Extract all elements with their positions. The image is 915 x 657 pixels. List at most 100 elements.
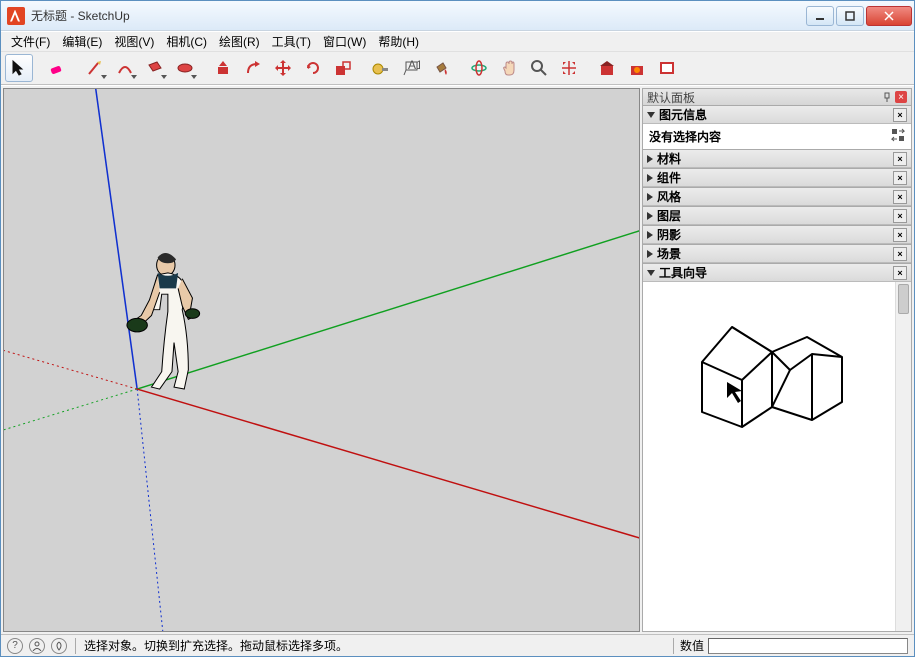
entity-body: 没有选择内容 (643, 124, 911, 149)
menu-edit[interactable]: 编辑(E) (56, 31, 108, 52)
eraser-tool[interactable] (43, 54, 71, 82)
extension-warehouse-tool[interactable] (623, 54, 651, 82)
app-icon (7, 7, 25, 25)
text-tool[interactable]: A1 (397, 54, 425, 82)
svg-text:A1: A1 (408, 59, 420, 72)
window-controls (806, 6, 912, 26)
menu-camera[interactable]: 相机(C) (160, 31, 213, 52)
value-label: 数值 (680, 637, 704, 654)
tape-tool[interactable] (367, 54, 395, 82)
panel-shadows: 阴影× (642, 226, 912, 245)
disclosure-right-icon (647, 212, 653, 220)
instructor-illustration (672, 302, 882, 452)
app-window: 无标题 - SketchUp 文件(F) 编辑(E) 视图(V) 相机(C) 绘… (0, 0, 915, 657)
pan-tool[interactable] (495, 54, 523, 82)
disclosure-right-icon (647, 174, 653, 182)
instructor-body (643, 282, 911, 631)
panel-header-materials[interactable]: 材料× (643, 150, 911, 168)
panel-close-icon[interactable]: × (893, 228, 907, 242)
panel-close-icon[interactable]: × (893, 171, 907, 185)
measurements-input[interactable] (708, 638, 908, 654)
scale-figure (127, 253, 200, 389)
layout-tool[interactable] (653, 54, 681, 82)
entity-options-icon[interactable] (891, 128, 905, 142)
tray-title: 默认面板 (647, 89, 695, 106)
maximize-button[interactable] (836, 6, 864, 26)
menu-draw[interactable]: 绘图(R) (213, 31, 266, 52)
line-tool[interactable] (81, 54, 109, 82)
paint-tucket-tool[interactable] (427, 54, 455, 82)
viewport-3d[interactable] (3, 88, 640, 632)
axis-blue (93, 89, 137, 389)
close-button[interactable] (866, 6, 912, 26)
axis-red (137, 389, 639, 544)
axis-red-neg (4, 339, 137, 389)
status-separator (673, 638, 674, 654)
axis-blue-neg (137, 389, 163, 631)
disclosure-right-icon (647, 193, 653, 201)
panel-header-entity[interactable]: 图元信息 × (643, 106, 911, 124)
titlebar: 无标题 - SketchUp (1, 1, 914, 31)
panel-styles: 风格× (642, 188, 912, 207)
panel-materials: 材料× (642, 150, 912, 169)
tray-pin-icon[interactable] (881, 91, 893, 103)
panel-close-icon[interactable]: × (893, 247, 907, 261)
panel-tray: 默认面板 × 图元信息 × 没有选择内容 材料× 组件× (642, 88, 912, 632)
statusbar: ? 选择对象。切换到扩充选择。拖动鼠标选择多项。 数值 (1, 634, 914, 656)
panel-scenes: 场景× (642, 245, 912, 264)
minimize-button[interactable] (806, 6, 834, 26)
window-title: 无标题 - SketchUp (31, 7, 806, 24)
rotate-tool[interactable] (299, 54, 327, 82)
arc-tool[interactable] (111, 54, 139, 82)
move-tool[interactable] (269, 54, 297, 82)
panel-header-components[interactable]: 组件× (643, 169, 911, 187)
orbit-tool[interactable] (465, 54, 493, 82)
menubar: 文件(F) 编辑(E) 视图(V) 相机(C) 绘图(R) 工具(T) 窗口(W… (1, 31, 914, 51)
menu-help[interactable]: 帮助(H) (372, 31, 425, 52)
menu-file[interactable]: 文件(F) (5, 31, 56, 52)
pushpull-tool[interactable] (209, 54, 237, 82)
panel-close-icon[interactable]: × (893, 209, 907, 223)
panel-close-icon[interactable]: × (893, 152, 907, 166)
panel-header-styles[interactable]: 风格× (643, 188, 911, 206)
entity-message: 没有选择内容 (649, 130, 721, 144)
panel-header-instructor[interactable]: 工具向导× (643, 264, 911, 282)
select-tool[interactable] (5, 54, 33, 82)
menu-view[interactable]: 视图(V) (108, 31, 160, 52)
panel-close-icon[interactable]: × (893, 266, 907, 280)
geo-icon[interactable] (51, 638, 67, 654)
workspace: 默认面板 × 图元信息 × 没有选择内容 材料× 组件× (1, 85, 914, 634)
circle-tool[interactable] (171, 54, 199, 82)
disclosure-down-icon (647, 112, 655, 118)
panel-close-icon[interactable]: × (893, 108, 907, 122)
zoom-tool[interactable] (525, 54, 553, 82)
panel-close-icon[interactable]: × (893, 190, 907, 204)
disclosure-right-icon (647, 155, 653, 163)
offset-tool[interactable] (239, 54, 267, 82)
help-icon[interactable]: ? (7, 638, 23, 654)
panel-header-shadows[interactable]: 阴影× (643, 226, 911, 244)
toolbar: A1 (1, 51, 914, 85)
disclosure-down-icon (647, 270, 655, 276)
disclosure-right-icon (647, 250, 653, 258)
status-message: 选择对象。切换到扩充选择。拖动鼠标选择多项。 (84, 637, 665, 654)
tray-header[interactable]: 默认面板 × (642, 88, 912, 106)
panel-instructor: 工具向导× (642, 264, 912, 632)
tray-close-icon[interactable]: × (895, 91, 907, 103)
panel-entity-info: 图元信息 × 没有选择内容 (642, 106, 912, 150)
panel-layers: 图层× (642, 207, 912, 226)
panel-header-scenes[interactable]: 场景× (643, 245, 911, 263)
panel-components: 组件× (642, 169, 912, 188)
disclosure-right-icon (647, 231, 653, 239)
scroll-thumb[interactable] (898, 284, 909, 314)
user-icon[interactable] (29, 638, 45, 654)
zoom-extents-tool[interactable] (555, 54, 583, 82)
menu-window[interactable]: 窗口(W) (317, 31, 372, 52)
warehouse-tool[interactable] (593, 54, 621, 82)
instructor-scrollbar[interactable] (895, 282, 911, 631)
axis-green-neg (4, 389, 137, 442)
menu-tools[interactable]: 工具(T) (266, 31, 317, 52)
scale-tool[interactable] (329, 54, 357, 82)
rectangle-tool[interactable] (141, 54, 169, 82)
panel-header-layers[interactable]: 图层× (643, 207, 911, 225)
